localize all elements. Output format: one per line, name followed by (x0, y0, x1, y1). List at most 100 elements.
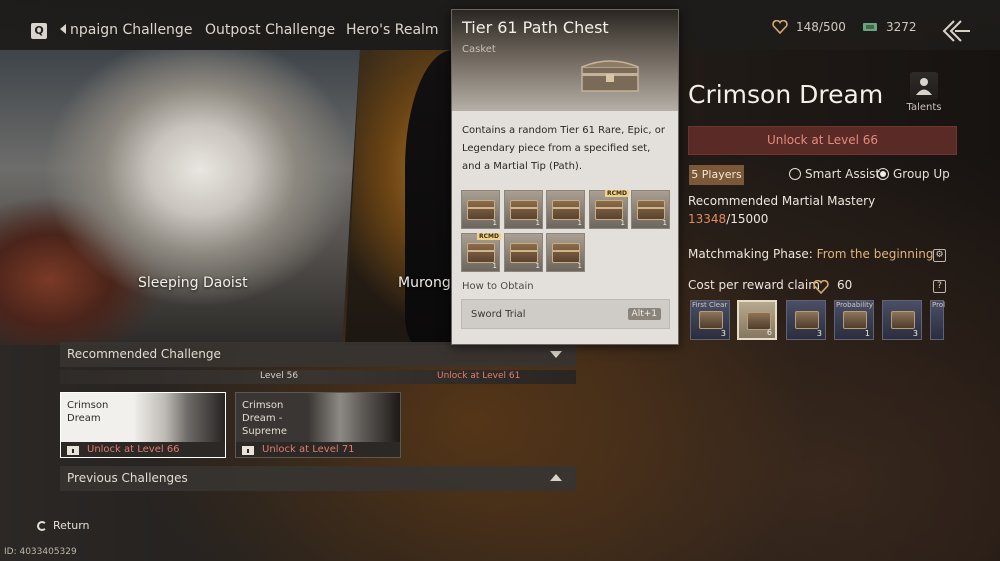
reward-tag-first-clear: First Clear (692, 301, 728, 309)
talents-button[interactable]: Talents (905, 72, 943, 113)
reward-count: 3 (720, 329, 726, 338)
item-slot[interactable]: 1 (546, 233, 585, 272)
card-lock-text: Unlock at Level 66 (87, 444, 180, 455)
card-lock-text: Unlock at Level 71 (262, 444, 355, 455)
matchmaking-phase: Matchmaking Phase: From the beginning (688, 247, 933, 261)
reward-count: 3 (816, 329, 822, 338)
cost-value: 60 (837, 278, 853, 292)
challenge-title: Crimson Dream (688, 80, 884, 109)
recommended-challenge-header[interactable]: Recommended Challenge (60, 342, 576, 367)
radio-selected-icon (877, 168, 889, 180)
reward-count: 6 (766, 328, 772, 337)
cash-icon (862, 21, 878, 33)
card-artwork (133, 393, 225, 445)
chest-icon (552, 200, 580, 220)
item-slot[interactable]: 1 (631, 190, 670, 229)
back-arrow-icon[interactable] (941, 18, 971, 44)
cost-label: Cost per reward claim (688, 278, 820, 292)
group-up-radio[interactable]: Group Up (877, 167, 950, 181)
challenge-card-crimson-dream[interactable]: Crimson Dream Unlock at Level 66 (60, 392, 226, 458)
mastery-values: 13348/15000 (688, 212, 768, 226)
item-slot[interactable]: 1 (461, 190, 500, 229)
how-to-obtain-label: How to Obtain (462, 281, 534, 292)
tab-left-arrow-icon[interactable] (60, 24, 66, 34)
chevron-down-icon (550, 351, 562, 358)
item-slot[interactable]: 1 (504, 233, 543, 272)
cost-heart-icon (813, 279, 829, 298)
stamina-value: 148/500 (796, 20, 846, 34)
tab-heros-realm[interactable]: Hero's Realm (346, 22, 439, 38)
reward-item-selected[interactable]: 6 (737, 300, 777, 340)
smart-assist-radio[interactable]: Smart Assist (789, 167, 880, 181)
item-tooltip: Tier 61 Path Chest Casket Contains a ran… (451, 9, 679, 345)
item-slot-recommended[interactable]: RCMD 1 (461, 233, 501, 272)
q-key-hint[interactable]: Q (31, 23, 47, 39)
card-name: Crimson Dream - Supreme (242, 400, 287, 437)
source-name: Sword Trial (471, 309, 526, 320)
slot-count: 1 (577, 262, 582, 270)
murong-label: Murong (398, 275, 451, 291)
chest-icon (795, 311, 819, 329)
return-button[interactable]: Return (37, 519, 90, 532)
slot-count: 1 (577, 219, 582, 227)
unlock-level-button[interactable]: Unlock at Level 66 (688, 126, 957, 155)
chest-icon (467, 200, 495, 220)
smart-assist-label: Smart Assist (805, 167, 881, 181)
currency-value: 3272 (886, 20, 917, 34)
currency-resource: 3272 (862, 20, 917, 34)
source-hotkey: Alt+1 (627, 308, 661, 320)
tooltip-description: Contains a random Tier 61 Rare, Epic, or… (462, 125, 665, 172)
challenge-card-crimson-dream-supreme[interactable]: Crimson Dream - Supreme Unlock at Level … (235, 392, 401, 458)
chest-icon (891, 311, 915, 329)
reward-item[interactable]: 3 (786, 300, 826, 340)
talents-label: Talents (906, 102, 942, 113)
item-slot[interactable]: 1 (546, 190, 585, 229)
rcmd-badge: RCMD (477, 233, 501, 240)
mastery-current: 13348 (688, 212, 727, 226)
user-id: ID: 4033405329 (4, 547, 77, 557)
slot-count: 1 (620, 219, 625, 227)
reward-item[interactable]: 3 (882, 300, 922, 340)
chest-icon (843, 311, 867, 329)
chest-icon (510, 200, 538, 220)
slot-count: 1 (492, 262, 497, 270)
matchmaking-label: Matchmaking Phase: (688, 247, 817, 261)
chevron-up-icon (550, 474, 562, 481)
chest-icon (510, 243, 538, 263)
mastery-required: /15000 (726, 212, 769, 226)
card-name: Crimson Dream (67, 400, 109, 424)
item-slot[interactable]: 1 (504, 190, 543, 229)
heart-icon (772, 20, 788, 34)
players-badge: 5 Players (689, 165, 744, 185)
rcmd-badge: RCMD (605, 190, 629, 197)
sleeping-daoist-portrait[interactable] (0, 50, 360, 345)
matchmaking-value: From the beginning (816, 247, 934, 261)
tooltip-subtitle: Casket (462, 44, 496, 55)
previous-challenges-header[interactable]: Previous Challenges (60, 466, 576, 491)
chest-icon (467, 243, 495, 263)
tooltip-header: Tier 61 Path Chest Casket (452, 10, 678, 111)
chest-icon (595, 200, 623, 220)
item-slot-recommended[interactable]: RCMD 1 (589, 190, 629, 229)
obtain-source-sword-trial[interactable]: Sword Trial Alt+1 (461, 299, 670, 329)
chest-icon (699, 311, 723, 329)
return-label: Return (53, 519, 90, 532)
previous-challenges-label: Previous Challenges (67, 471, 188, 485)
strip-level-text: Level 56 (260, 371, 299, 381)
tab-campaign-challenge[interactable]: npaign Challenge (70, 22, 192, 38)
lock-icon (242, 445, 254, 455)
recommended-challenge-label: Recommended Challenge (67, 347, 221, 361)
slot-count: 1 (535, 262, 540, 270)
tooltip-title: Tier 61 Path Chest (462, 18, 609, 37)
tab-outpost-challenge[interactable]: Outpost Challenge (205, 22, 335, 38)
sleeping-daoist-label: Sleeping Daoist (138, 275, 248, 291)
help-button[interactable]: ? (933, 280, 946, 293)
chest-icon (578, 55, 642, 95)
chest-icon (637, 200, 665, 220)
reward-tag-prol: Prol (932, 301, 946, 309)
reward-count: 3 (912, 329, 918, 338)
card-lock-footer: Unlock at Level 71 (236, 442, 400, 457)
strip-unlock-text: Unlock at Level 61 (437, 371, 521, 381)
group-up-label: Group Up (893, 167, 950, 181)
matchmaking-settings-icon[interactable]: ⚙ (933, 249, 946, 262)
